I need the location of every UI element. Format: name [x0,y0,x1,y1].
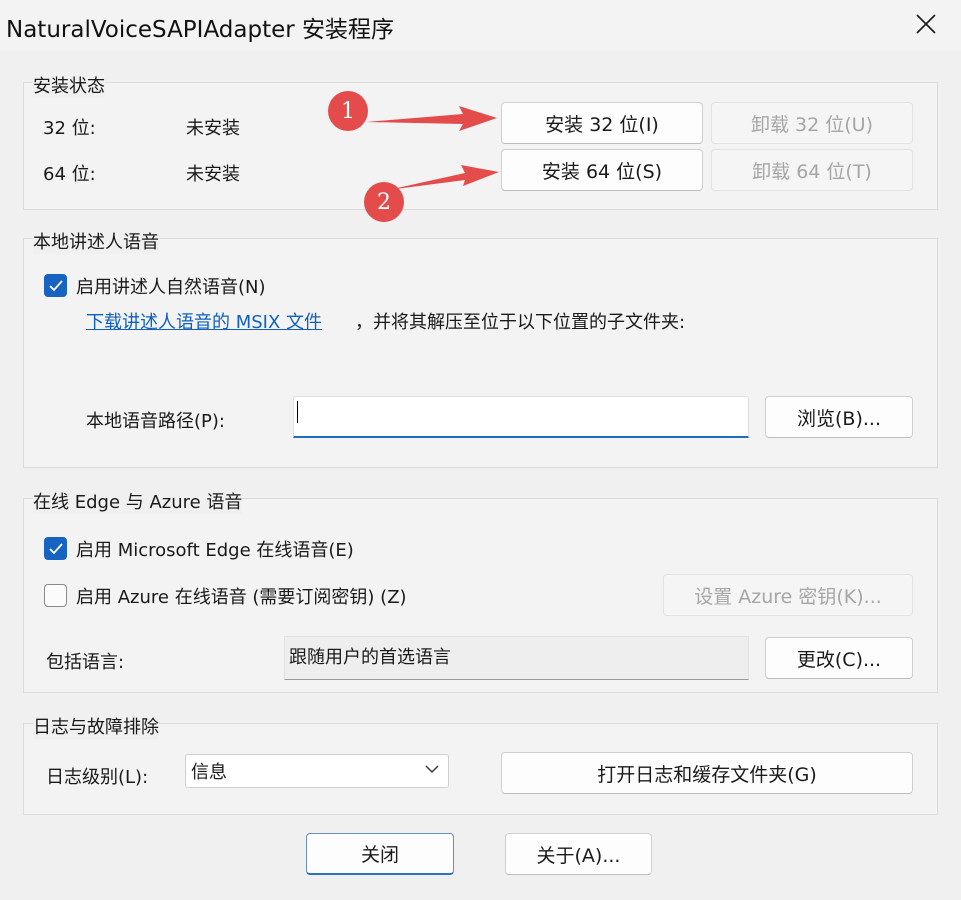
annotation-marker-2: 2 [364,182,404,222]
annotation-arrows [366,106,499,190]
annotation-arrow-2 [388,165,499,190]
annotation-arrow-1 [366,106,497,131]
installer-window: NaturalVoiceSAPIAdapter 安装程序 安装状态 32 位: … [0,0,961,900]
annotation-marker-1: 1 [328,91,368,131]
